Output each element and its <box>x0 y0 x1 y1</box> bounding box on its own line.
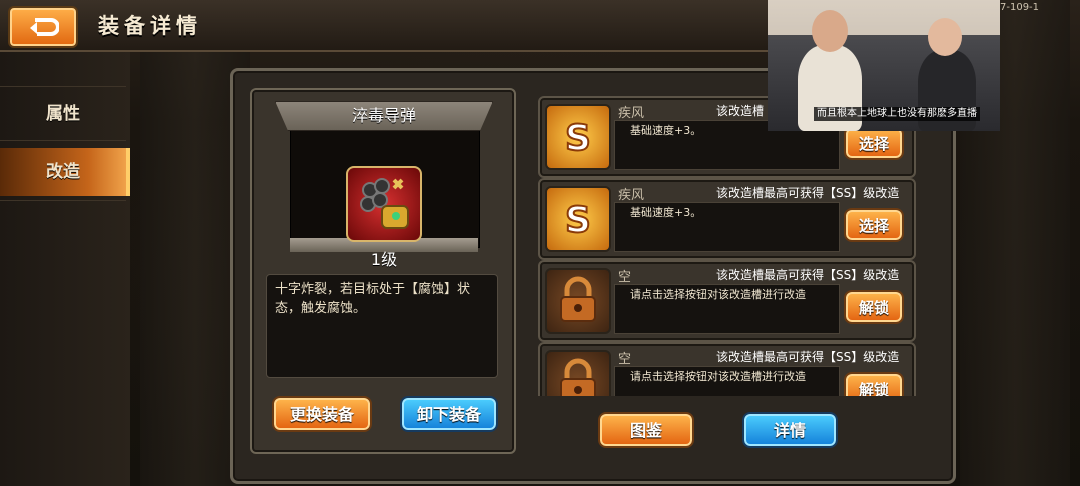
equipment-description: 十字炸裂，若目标处于【腐蚀】状态，触发腐蚀。 <box>266 274 498 378</box>
build-version: 7-109-1 <box>1000 2 1040 13</box>
slot-effect: 请点击选择按钮对该改造槽进行改造 <box>630 370 806 383</box>
atlas-button[interactable]: 图鉴 <box>598 412 694 448</box>
slot-name: 疾风 <box>618 188 645 203</box>
equipment-name: 淬毒导弹 <box>275 101 493 131</box>
sidebar-item-modify[interactable]: 改造 <box>0 148 130 196</box>
s-rank-icon: S <box>545 104 611 170</box>
streamer-man-head <box>812 10 848 52</box>
streamer-woman-head <box>928 18 962 56</box>
unlock-button[interactable]: 解锁 <box>844 290 904 324</box>
details-button[interactable]: 详情 <box>742 412 838 448</box>
modify-slot: 空 该改造槽最高可获得【SS】级改造 请点击选择按钮对该改造槽进行改造 解锁 <box>538 260 916 342</box>
divider <box>0 200 126 201</box>
svg-text:S: S <box>565 200 591 241</box>
equipment-level: 1级 <box>370 250 398 269</box>
sidebar-item-attributes[interactable]: 属性 <box>0 90 126 138</box>
divider <box>0 86 126 87</box>
select-button[interactable]: 选择 <box>844 126 904 160</box>
page-title: 装备详情 <box>98 14 202 38</box>
modify-slot: 空 该改造槽最高可获得【SS】级改造 请点击选择按钮对该改造槽进行改造 解锁 <box>538 342 916 396</box>
top-bar: 装备详情 <box>0 0 770 52</box>
slot-effect: 请点击选择按钮对该改造槽进行改造 <box>630 288 806 301</box>
modify-slot-list[interactable]: S 疾风 该改造槽 基础速度+3。 选择 S 疾风 该改造槽最高可获得【SS】级… <box>534 90 916 396</box>
slot-name: 疾风 <box>618 106 645 121</box>
unlock-button[interactable]: 解锁 <box>844 372 904 396</box>
s-rank-icon: S <box>545 186 611 252</box>
slot-hint: 该改造槽最高可获得【SS】级改造 <box>716 268 900 282</box>
select-button[interactable]: 选择 <box>844 208 904 242</box>
replace-equipment-button[interactable]: 更换装备 <box>272 396 372 432</box>
slot-hint: 该改造槽 <box>716 104 765 118</box>
slot-effect: 基础速度+3。 <box>630 124 702 137</box>
slot-name: 空 <box>618 270 632 285</box>
slot-effect: 基础速度+3。 <box>630 206 702 219</box>
lock-icon <box>545 268 611 334</box>
slot-hint: 该改造槽最高可获得【SS】级改造 <box>716 186 900 200</box>
back-button[interactable] <box>8 6 78 48</box>
lock-icon <box>545 350 611 396</box>
slot-name: 空 <box>618 352 632 367</box>
missile-icon[interactable] <box>346 166 422 242</box>
modify-slot: S 疾风 该改造槽最高可获得【SS】级改造 基础速度+3。 选择 <box>538 178 916 260</box>
slot-hint: 该改造槽最高可获得【SS】级改造 <box>716 350 900 364</box>
back-arrow-icon <box>30 18 59 36</box>
video-caption: 而且根本上地球上也没有那麽多直播 <box>814 107 980 121</box>
remove-equipment-button[interactable]: 卸下装备 <box>400 396 498 432</box>
divider <box>0 140 126 141</box>
svg-text:S: S <box>565 118 591 159</box>
streamer-video-overlay: 而且根本上地球上也没有那麽多直播 <box>768 0 1000 131</box>
